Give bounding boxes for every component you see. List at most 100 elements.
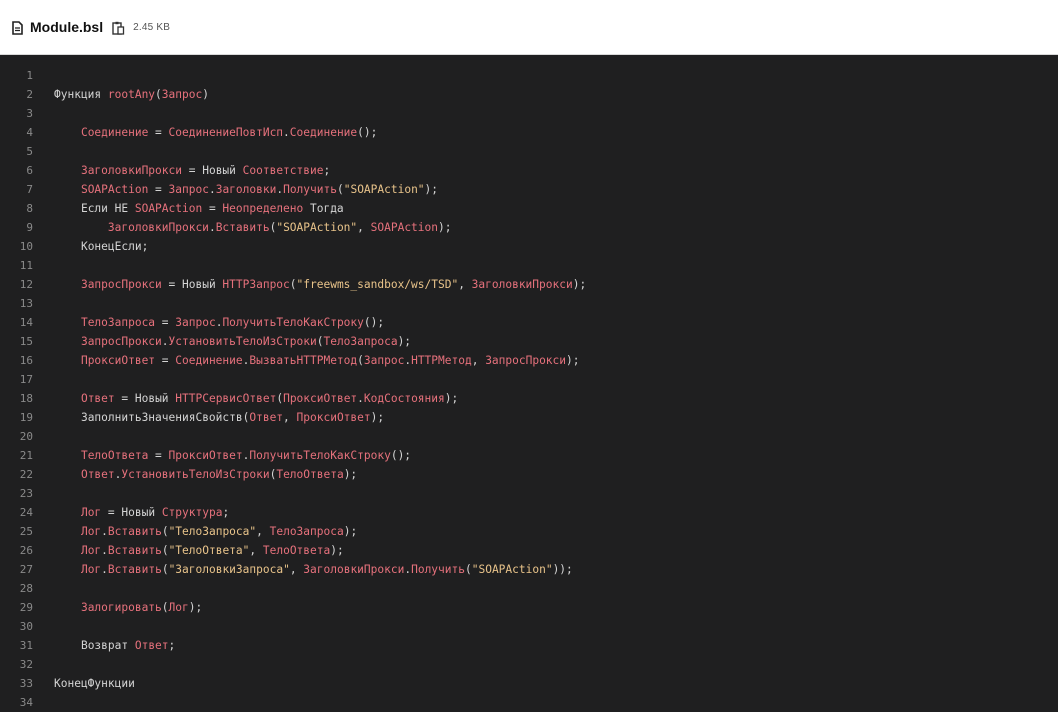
code-token: ЗапросПрокси — [80, 277, 162, 291]
code-token: Запрос — [168, 182, 209, 196]
code-line: 27 Лог.Вставить("ЗаголовкиЗапроса", Заго… — [0, 560, 1058, 579]
code-token: ВызватьHTTPМетод — [249, 353, 358, 367]
code-token: ПроксиОтвет — [168, 448, 243, 462]
line-number: 26 — [19, 543, 33, 557]
code-token: Залогировать — [80, 600, 162, 614]
code-text: КонецФункции — [54, 674, 135, 693]
code-text: Лог.Вставить("ТелоЗапроса", ТелоЗапроса)… — [54, 522, 357, 541]
code-token: . — [208, 220, 216, 234]
code-token: Ответ — [249, 410, 284, 424]
code-line: 21 ТелоОтвета = ПроксиОтвет.ПолучитьТело… — [0, 446, 1058, 465]
code-token: = — [101, 505, 122, 519]
line-number: 9 — [26, 220, 33, 234]
code-token: ); — [343, 467, 358, 481]
code-token: Вставить — [107, 562, 162, 576]
code-line: 2 Функция rootAny(Запрос) — [0, 85, 1058, 104]
code-token: , — [357, 220, 371, 234]
code-line: 26 Лог.Вставить("ТелоОтвета", ТелоОтвета… — [0, 541, 1058, 560]
line-number: 11 — [19, 258, 33, 272]
code-token: ЗаголовкиПрокси — [303, 562, 405, 576]
code-token: . — [101, 543, 108, 557]
line-number: 27 — [19, 562, 33, 576]
code-token: Новый — [202, 163, 243, 177]
code-line: 32 — [0, 655, 1058, 674]
code-token: ТелоЗапроса — [269, 524, 344, 538]
code-token: Ответ — [80, 467, 115, 481]
code-token: ПроксиОтвет — [296, 410, 371, 424]
code-token: , — [283, 410, 297, 424]
code-token: ТелоОтвета — [276, 467, 344, 481]
code-token: , — [256, 524, 270, 538]
code-token: ; — [168, 638, 176, 652]
line-number: 28 — [19, 581, 33, 595]
code-token: (); — [390, 448, 412, 462]
code-token: HTTPМетод — [411, 353, 472, 367]
code-text: ЗапросПрокси.УстановитьТелоИзСтроки(Тело… — [54, 332, 411, 351]
code-token: , — [289, 562, 304, 576]
code-token: = — [155, 353, 176, 367]
code-token: Новый — [182, 277, 223, 291]
code-text: ЗаголовкиПрокси.Вставить("SOAPAction", S… — [54, 218, 452, 237]
code-token: Вставить — [107, 524, 162, 538]
code-text: Если НЕ SOAPAction = Неопределено Тогда — [54, 199, 344, 218]
code-view[interactable]: 1 2 Функция rootAny(Запрос) 3 4 Соединение =… — [0, 55, 1058, 709]
code-text: ПроксиОтвет = Соединение.ВызватьHTTPМето… — [54, 351, 580, 370]
line-number: 6 — [26, 163, 33, 177]
line-number: 14 — [19, 315, 33, 329]
code-token: Возврат — [80, 638, 135, 652]
code-token: Соединение — [175, 353, 243, 367]
code-line: 19 ЗаполнитьЗначенияСвойств(Ответ, Прокс… — [0, 408, 1058, 427]
code-line: 15 ЗапросПрокси.УстановитьТелоИзСтроки(Т… — [0, 332, 1058, 351]
code-token: КодСостояния — [363, 391, 445, 405]
line-number: 24 — [19, 505, 33, 519]
code-token: ( — [289, 277, 297, 291]
code-token: ( — [464, 562, 472, 576]
code-line: 9 ЗаголовкиПрокси.Вставить("SOAPAction",… — [0, 218, 1058, 237]
code-token: "ТелоЗапроса" — [168, 524, 257, 538]
code-line: 17 — [0, 370, 1058, 389]
code-token: Вставить — [215, 220, 270, 234]
copy-icon[interactable] — [112, 20, 125, 35]
code-token: "SOAPAction" — [471, 562, 553, 576]
code-token: Лог — [80, 505, 102, 519]
code-text: Ответ.УстановитьТелоИзСтроки(ТелоОтвета)… — [54, 465, 357, 484]
code-line: 28 — [0, 579, 1058, 598]
code-line: 1 — [0, 66, 1058, 85]
code-token: ТелоЗапроса — [323, 334, 398, 348]
code-token: = — [148, 125, 169, 139]
line-number: 12 — [19, 277, 33, 291]
code-token: Лог — [80, 562, 102, 576]
code-text: Лог = Новый Структура; — [54, 503, 229, 522]
line-number: 10 — [19, 239, 33, 253]
code-token: ); — [330, 543, 344, 557]
code-token: Лог — [80, 524, 102, 538]
code-text: Ответ = Новый HTTPСервисОтвет(ПроксиОтве… — [54, 389, 458, 408]
code-line: 24 Лог = Новый Структура; — [0, 503, 1058, 522]
code-token: Ответ — [80, 391, 115, 405]
code-token: Ответ — [134, 638, 169, 652]
code-token: = — [161, 277, 182, 291]
code-token: , — [249, 543, 263, 557]
code-token: ТелоОтвета — [262, 543, 331, 557]
line-number: 3 — [26, 106, 33, 120]
code-token: ); — [444, 391, 459, 405]
line-number: 21 — [19, 448, 33, 462]
code-token: ТелоОтвета — [80, 448, 149, 462]
code-token: СоединениеПовтИсп — [168, 125, 284, 139]
code-text: ТелоОтвета = ПроксиОтвет.ПолучитьТелоКак… — [54, 446, 411, 465]
code-line: 8 Если НЕ SOAPAction = Неопределено Тогд… — [0, 199, 1058, 218]
code-token: ); — [370, 410, 385, 424]
line-number: 2 — [26, 87, 33, 101]
code-token: Соответствие — [242, 163, 324, 177]
code-line: 6 ЗаголовкиПрокси = Новый Соответствие; — [0, 161, 1058, 180]
code-line: 3 — [0, 104, 1058, 123]
code-token: ТелоЗапроса — [80, 315, 156, 329]
line-number: 8 — [26, 201, 33, 215]
line-number: 17 — [19, 372, 33, 386]
line-number: 18 — [19, 391, 33, 405]
